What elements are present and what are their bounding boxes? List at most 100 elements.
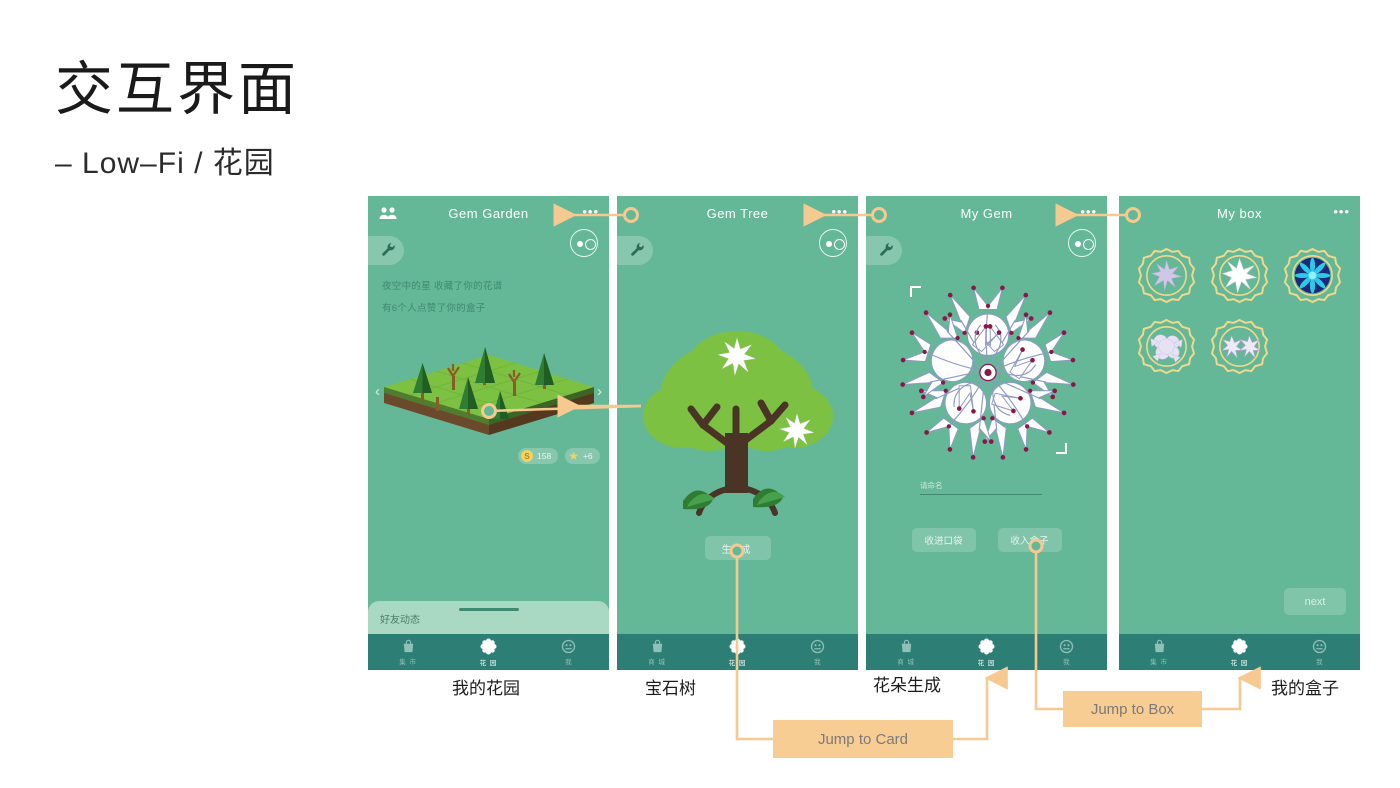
friend-activity-sheet[interactable]: 好友动态	[368, 601, 609, 634]
tab-bar: 商 城 花 园 我	[617, 634, 858, 670]
badge-frame-icon	[1137, 247, 1196, 304]
friend-activity-label: 好友动态	[380, 615, 420, 626]
more-options-icon[interactable]: •••	[1333, 205, 1350, 218]
more-options-icon[interactable]: •••	[1080, 205, 1097, 218]
gem-badge-2[interactable]	[1210, 246, 1269, 305]
settings-wrench-button[interactable]	[866, 236, 902, 265]
header-bar: Gem Garden •••	[368, 196, 609, 236]
star-value: +6	[582, 451, 593, 461]
badge-frame-icon	[1210, 318, 1269, 375]
visibility-toggle[interactable]	[819, 229, 847, 257]
tab-garden[interactable]: 花 园	[448, 634, 528, 670]
isometric-garden[interactable]	[380, 331, 598, 461]
connector-box-to-mybox	[1202, 666, 1261, 711]
bag-icon	[901, 639, 911, 652]
gem-collection-grid	[1137, 246, 1342, 376]
more-options-icon[interactable]: •••	[831, 205, 848, 218]
tab-bar: 集 市 花 园 我	[1119, 634, 1360, 670]
bag-icon	[1154, 639, 1164, 652]
caption-flower-generation: 花朵生成	[873, 676, 941, 695]
coin-value: 158	[537, 451, 552, 461]
screen-title: My box	[1217, 206, 1262, 221]
star-icon: ★	[568, 449, 579, 463]
gem-badge-3[interactable]	[1283, 246, 1342, 305]
wrench-icon	[382, 243, 395, 256]
face-icon	[562, 639, 576, 653]
tab-label: 商 城	[897, 658, 916, 666]
caption-gem-tree: 宝石树	[645, 679, 696, 698]
gem-badge-1[interactable]	[1137, 246, 1196, 305]
star-badge: ★ +6	[565, 448, 600, 464]
save-to-pocket-button[interactable]: 收进口袋	[911, 528, 976, 552]
tab-label: 花 园	[977, 659, 996, 667]
save-to-box-button[interactable]: 收入盒子	[997, 528, 1062, 552]
page-title: 交互界面	[55, 57, 300, 122]
screen-title: Gem Garden	[448, 206, 529, 221]
page-subtitle: – Low–Fi / 花园	[55, 146, 275, 180]
generate-button[interactable]: 生 成	[704, 536, 771, 560]
tab-me[interactable]: 我	[1027, 634, 1107, 670]
tab-garden[interactable]: 花 园	[697, 634, 777, 670]
face-icon	[811, 639, 825, 653]
gem-badge-5[interactable]	[1210, 317, 1269, 376]
bag-icon	[403, 639, 413, 652]
tab-me[interactable]: 我	[778, 634, 858, 670]
tab-garden[interactable]: 花 园	[946, 634, 1026, 670]
tab-label: 我	[565, 658, 573, 666]
flow-label-jump-to-card: Jump to Card	[773, 720, 953, 758]
face-icon	[1060, 639, 1074, 653]
title-block: 交互界面 – Low–Fi / 花园	[55, 58, 299, 182]
coin-icon: S	[521, 450, 533, 462]
feed-line-1: 夜空中的星 收藏了你的花谱	[382, 281, 503, 292]
feed-line-2: 有6个人点赞了你的盒子	[382, 303, 486, 314]
tab-me[interactable]: 我	[1280, 634, 1360, 670]
tab-label: 我	[1316, 658, 1324, 666]
badge-frame-icon	[1283, 247, 1342, 304]
visibility-toggle[interactable]	[570, 229, 598, 257]
tab-label: 商 城	[648, 658, 667, 666]
wrench-icon	[631, 243, 644, 256]
header-bar: Gem Tree •••	[617, 196, 858, 236]
connector-card-to-gem	[953, 666, 1008, 741]
screen-title: Gem Tree	[706, 206, 769, 221]
header-bar: My box •••	[1119, 196, 1360, 236]
tab-market[interactable]: 商 城	[866, 634, 946, 670]
tab-label: 我	[1063, 658, 1071, 666]
settings-wrench-button[interactable]	[617, 236, 653, 265]
screen-my-gem: My Gem ••• 请命名 收进口袋 收入盒子 商 城 花 园 我	[866, 196, 1107, 670]
screen-my-box: My box ••• next 集 市 花 园 我	[1119, 196, 1360, 670]
next-button[interactable]: next	[1284, 588, 1346, 615]
coin-badge: S 158	[518, 448, 559, 464]
more-options-icon[interactable]: •••	[582, 205, 599, 218]
screen-my-garden: Gem Garden ••• 夜空中的星 收藏了你的花谱 有6个人点赞了你的盒子…	[368, 196, 609, 670]
tab-bar: 商 城 花 园 我	[866, 634, 1107, 670]
face-icon	[1313, 639, 1327, 653]
badge-frame-icon	[1210, 247, 1269, 304]
resource-badges: S 158 ★ +6	[518, 448, 600, 464]
tab-market[interactable]: 商 城	[617, 634, 697, 670]
tab-bar: 集 市 花 园 我	[368, 634, 609, 670]
visibility-toggle[interactable]	[1068, 229, 1096, 257]
gem-name-placeholder: 请命名	[920, 481, 943, 490]
flower-gear-icon	[729, 637, 746, 655]
tab-market[interactable]: 集 市	[368, 634, 448, 670]
gem-action-row: 收进口袋 收入盒子	[866, 528, 1107, 552]
tab-market[interactable]: 集 市	[1119, 634, 1199, 670]
header-bar: My Gem •••	[866, 196, 1107, 236]
tab-garden[interactable]: 花 园	[1199, 634, 1279, 670]
sheet-grab-handle[interactable]	[458, 608, 519, 611]
screen-gem-tree: Gem Tree ••• 生 成 商 城 花 园 我	[617, 196, 858, 670]
gem-tree-illustration[interactable]	[625, 321, 850, 536]
gem-name-input[interactable]: 请命名	[920, 480, 1042, 496]
caption-my-garden: 我的花园	[452, 679, 520, 698]
wrench-icon	[880, 243, 893, 256]
flower-gear-icon	[1231, 637, 1248, 655]
generated-gem-artwork[interactable]	[898, 280, 1078, 465]
gem-badge-4[interactable]	[1137, 317, 1196, 376]
settings-wrench-button[interactable]	[368, 236, 404, 265]
badge-frame-icon	[1137, 318, 1196, 375]
tab-label: 花 园	[479, 659, 498, 667]
screen-title: My Gem	[960, 206, 1013, 221]
tab-label: 我	[814, 658, 822, 666]
tab-me[interactable]: 我	[529, 634, 609, 670]
